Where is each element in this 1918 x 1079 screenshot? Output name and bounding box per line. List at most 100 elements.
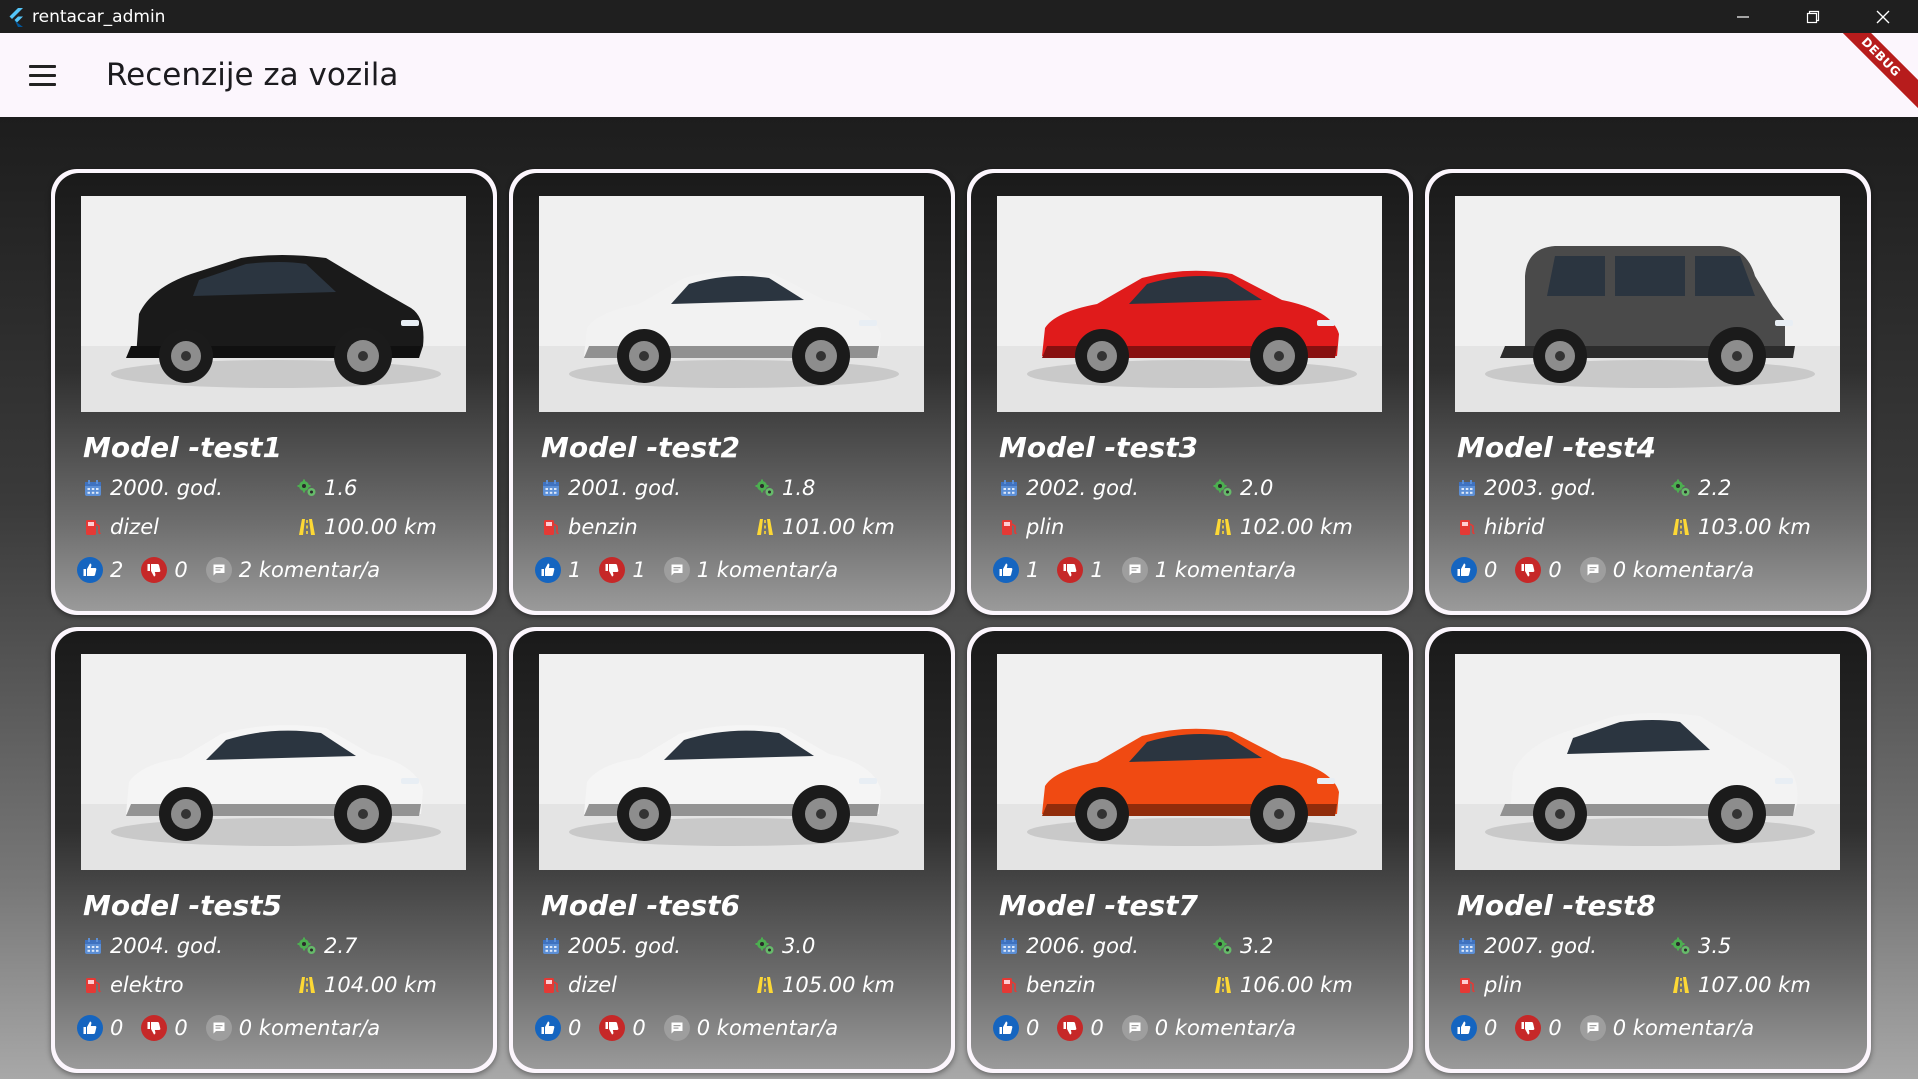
comment-icon[interactable] [205,1015,232,1041]
fuel-info: dizel [541,973,617,997]
likes-count: 0 [1484,558,1498,582]
review-stats: 0 0 0 komentar/a [1451,557,1772,583]
mileage-label: 107.00 km [1698,973,1811,997]
car-image [1455,196,1840,412]
mileage-info: 101.00 km [755,515,895,539]
debug-banner: DEBUG [1820,33,1918,117]
hamburger-menu-icon[interactable] [20,53,64,97]
thumbs-down-icon[interactable] [1515,1015,1542,1041]
gears-icon [297,937,316,954]
thumbs-down-icon[interactable] [599,1015,626,1041]
comment-icon[interactable] [663,1015,690,1041]
dislikes-count: 0 [1548,1016,1562,1040]
comment-icon[interactable] [205,557,232,583]
thumbs-up-icon[interactable] [1451,557,1477,583]
calendar-icon [1459,480,1475,496]
mileage-label: 103.00 km [1698,515,1811,539]
road-icon [1215,977,1231,993]
year-info: 2007. god. [1457,934,1597,958]
thumbs-down-icon[interactable] [1057,1015,1084,1041]
fuel-info: benzin [541,515,638,539]
likes-count: 2 [110,558,124,582]
fuel-label: plin [1484,973,1523,997]
thumbs-up-icon[interactable] [535,557,561,583]
thumbs-down-icon[interactable] [1515,557,1542,583]
window-titlebar: rentacar_admin [0,0,1918,33]
fuel-pump-icon [544,520,559,535]
car-image [997,654,1382,870]
engine-info: 2.7 [297,934,357,958]
year-label: 2002. god. [1026,476,1139,500]
thumbs-down-icon[interactable] [599,557,626,583]
fuel-label: dizel [110,515,159,539]
thumbs-up-icon[interactable] [993,1015,1019,1041]
thumbs-up-icon[interactable] [993,557,1019,583]
comment-icon[interactable] [1121,557,1148,583]
vehicle-card[interactable]: Model -test6 2005. god. 3.0 dizel 105.00… [509,627,955,1073]
thumbs-up-icon[interactable] [77,1015,103,1041]
fuel-pump-icon [86,520,101,535]
comments-count: 1 komentar/a [696,558,839,582]
close-button[interactable] [1848,0,1918,33]
year-info: 2004. god. [83,934,223,958]
fuel-label: benzin [568,515,638,539]
thumbs-down-icon[interactable] [1057,557,1084,583]
vehicle-card[interactable]: Model -test7 2006. god. 3.2 benzin 106.0… [967,627,1413,1073]
calendar-icon [543,480,559,496]
model-name: Model -test4 [1457,431,1657,464]
restore-button[interactable] [1778,0,1848,33]
vehicle-card[interactable]: Model -test2 2001. god. 1.8 benzin 101.0… [509,169,955,615]
likes-count: 1 [1026,558,1040,582]
thumbs-up-icon[interactable] [1451,1015,1477,1041]
engine-label: 3.2 [1240,934,1274,958]
comment-icon[interactable] [663,557,690,583]
year-info: 2000. god. [83,476,223,500]
comments-count: 2 komentar/a [238,558,381,582]
vehicle-card[interactable]: Model -test5 2004. god. 2.7 elektro 104.… [51,627,497,1073]
comment-icon[interactable] [1579,557,1606,583]
restore-icon [1806,10,1820,23]
fuel-pump-icon [86,978,101,993]
page-title: Recenzije za vozila [106,57,399,93]
calendar-icon [543,938,559,954]
window-title: rentacar_admin [32,6,166,27]
fuel-info: elektro [83,973,184,997]
thumbs-up-icon[interactable] [77,557,103,583]
minimize-button[interactable] [1708,0,1778,33]
comment-icon[interactable] [1121,1015,1148,1041]
thumbs-down-icon[interactable] [141,1015,168,1041]
thumbs-down-icon[interactable] [141,557,168,583]
mileage-label: 101.00 km [782,515,895,539]
calendar-icon [1001,480,1017,496]
mileage-info: 104.00 km [297,973,437,997]
mileage-info: 105.00 km [755,973,895,997]
vehicle-card[interactable]: Model -test4 2003. god. 2.2 hibrid 103.0… [1425,169,1871,615]
engine-info: 2.2 [1671,476,1731,500]
model-name: Model -test7 [999,889,1199,922]
gears-icon [1671,479,1690,496]
mileage-label: 106.00 km [1240,973,1353,997]
minimize-icon [1737,15,1749,18]
vehicle-card[interactable]: Model -test1 2000. god. 1.6 dizel 100.00… [51,169,497,615]
fuel-pump-icon [1460,520,1475,535]
road-icon [299,977,315,993]
year-label: 2001. god. [568,476,681,500]
app-bar: Recenzije za vozila DEBUG [0,33,1918,117]
fuel-info: benzin [999,973,1096,997]
comments-count: 0 komentar/a [238,1016,381,1040]
year-label: 2003. god. [1484,476,1597,500]
mileage-label: 105.00 km [782,973,895,997]
likes-count: 0 [568,1016,582,1040]
dislikes-count: 0 [632,1016,646,1040]
engine-label: 1.8 [782,476,816,500]
vehicle-card[interactable]: Model -test8 2007. god. 3.5 plin 107.00 … [1425,627,1871,1073]
vehicle-card[interactable]: Model -test3 2002. god. 2.0 plin 102.00 … [967,169,1413,615]
model-name: Model -test5 [83,889,283,922]
comment-icon[interactable] [1579,1015,1606,1041]
gears-icon [297,479,316,496]
fuel-label: plin [1026,515,1065,539]
mileage-label: 104.00 km [324,973,437,997]
thumbs-up-icon[interactable] [535,1015,561,1041]
dislikes-count: 1 [1090,558,1104,582]
engine-info: 1.6 [297,476,357,500]
